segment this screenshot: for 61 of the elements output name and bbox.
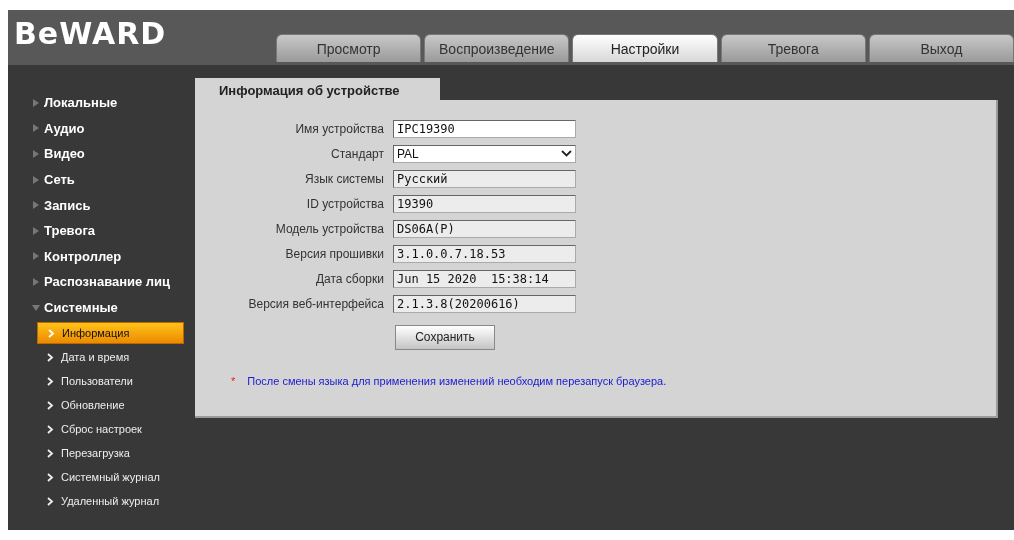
chevron-right-icon	[47, 400, 54, 410]
chevron-right-icon	[47, 352, 54, 362]
sidebar-item[interactable]: Распознавание лиц	[8, 269, 195, 295]
sidebar-item[interactable]: Системные	[8, 294, 195, 321]
dropdown[interactable]: PAL	[393, 145, 576, 163]
chevron-right-icon	[48, 328, 55, 338]
sidebar-subitem[interactable]: Перезагрузка	[37, 442, 184, 465]
note-mark: *	[231, 374, 236, 387]
sidebar-item[interactable]: Запись	[8, 192, 195, 218]
readonly-field[interactable]: Jun 15 2020 15:38:14	[393, 270, 576, 288]
save-button[interactable]: Сохранить	[395, 324, 495, 350]
triangle-right-icon	[32, 150, 40, 158]
chevron-right-icon	[47, 376, 54, 386]
chevron-right-icon	[47, 448, 54, 458]
sidebar-item[interactable]: Контроллер	[8, 243, 195, 270]
triangle-down-icon	[32, 303, 40, 312]
field-label: Имя устройства	[294, 121, 384, 136]
field-label: Версия веб-интерфейса	[247, 296, 384, 311]
readonly-field[interactable]: 19390	[393, 195, 576, 213]
input-field[interactable]: IPC19390	[393, 120, 576, 138]
readonly-field[interactable]: DS06A(P)	[393, 220, 576, 238]
sidebar-item[interactable]: Локальные	[8, 90, 195, 116]
sidebar-item[interactable]: Аудио	[8, 115, 195, 142]
note-text: После смены языка для применения изменений необходим перезапуск браузера.	[247, 374, 667, 387]
sidebar-item[interactable]: Видео	[8, 141, 195, 167]
triangle-right-icon	[32, 124, 40, 133]
field-label: Стандарт	[330, 146, 384, 161]
sidebar-subitem[interactable]: Обновление	[37, 394, 184, 417]
field-label: Язык системы	[304, 171, 384, 186]
triangle-right-icon	[32, 277, 40, 286]
chevron-down-icon	[561, 150, 572, 158]
sidebar-subitem[interactable]: Системный журнал	[37, 466, 184, 489]
nav-tab[interactable]: Выход	[868, 34, 1014, 62]
field-label: Дата сборки	[314, 271, 384, 286]
triangle-right-icon	[32, 252, 40, 261]
chevron-right-icon	[47, 472, 54, 482]
chevron-right-icon	[47, 496, 54, 506]
sidebar-subitem[interactable]: Дата и время	[37, 346, 184, 369]
triangle-right-icon	[32, 201, 40, 210]
chevron-right-icon	[47, 424, 54, 434]
sidebar-subitem[interactable]: Сброс настроек	[37, 418, 184, 441]
sidebar-subitem[interactable]: Информация	[37, 322, 184, 345]
panel-title: Информация об устройстве	[195, 78, 440, 100]
field-label: Модель устройства	[274, 221, 384, 236]
field-label: ID устройства	[305, 196, 384, 211]
sidebar-item[interactable]: Сеть	[8, 166, 195, 193]
nav-tab[interactable]: Просмотр	[276, 34, 422, 62]
sidebar-subitem[interactable]: Пользователи	[37, 370, 184, 393]
logo: BeWARD	[13, 15, 168, 51]
nav-tab[interactable]: Настройки	[572, 34, 718, 62]
readonly-field[interactable]: 2.1.3.8(20200616)	[393, 295, 576, 313]
sidebar-item[interactable]: Тревога	[8, 217, 195, 244]
sidebar-subitem[interactable]: Удаленный журнал	[37, 490, 184, 513]
nav-tab[interactable]: Воспроизведение	[424, 34, 570, 62]
nav-tab[interactable]: Тревога	[720, 34, 866, 62]
triangle-right-icon	[32, 175, 40, 184]
field-label: Версия прошивки	[284, 246, 384, 261]
readonly-field[interactable]: 3.1.0.0.7.18.53	[393, 245, 576, 263]
readonly-field[interactable]: Русский	[393, 170, 576, 188]
triangle-right-icon	[32, 98, 40, 107]
triangle-right-icon	[32, 226, 40, 235]
